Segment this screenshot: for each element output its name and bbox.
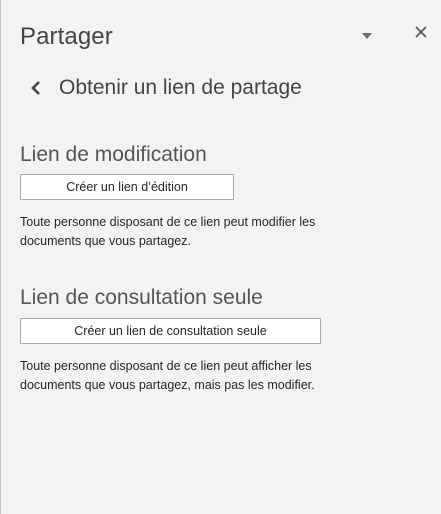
view-link-description-line: documents que vous partagez, mais pas le… <box>20 378 315 392</box>
edit-link-heading: Lien de modification <box>20 143 207 166</box>
back-link-label: Obtenir un lien de partage <box>59 76 302 99</box>
edit-link-description: Toute personne disposant de ce lien peut… <box>20 213 420 251</box>
view-link-heading: Lien de consultation seule <box>20 286 263 309</box>
edit-link-description-line: Toute personne disposant de ce lien peut… <box>20 215 316 229</box>
back-link[interactable]: Obtenir un lien de partage <box>31 73 302 103</box>
close-icon <box>415 25 427 43</box>
pane-title: Partager <box>20 23 113 50</box>
chevron-left-icon <box>31 80 45 96</box>
create-view-link-button[interactable]: Créer un lien de consultation seule <box>20 318 321 344</box>
edit-link-description-line: documents que vous partagez. <box>20 234 191 248</box>
share-pane: Partager Obtenir un lien de partage Lien… <box>0 0 441 514</box>
view-link-description: Toute personne disposant de ce lien peut… <box>20 357 420 395</box>
pane-options-button[interactable] <box>359 27 375 43</box>
caret-down-icon <box>362 26 372 44</box>
view-link-description-line: Toute personne disposant de ce lien peut… <box>20 359 312 373</box>
create-edit-link-button[interactable]: Créer un lien d’édition <box>20 174 234 200</box>
close-pane-button[interactable] <box>411 24 431 44</box>
